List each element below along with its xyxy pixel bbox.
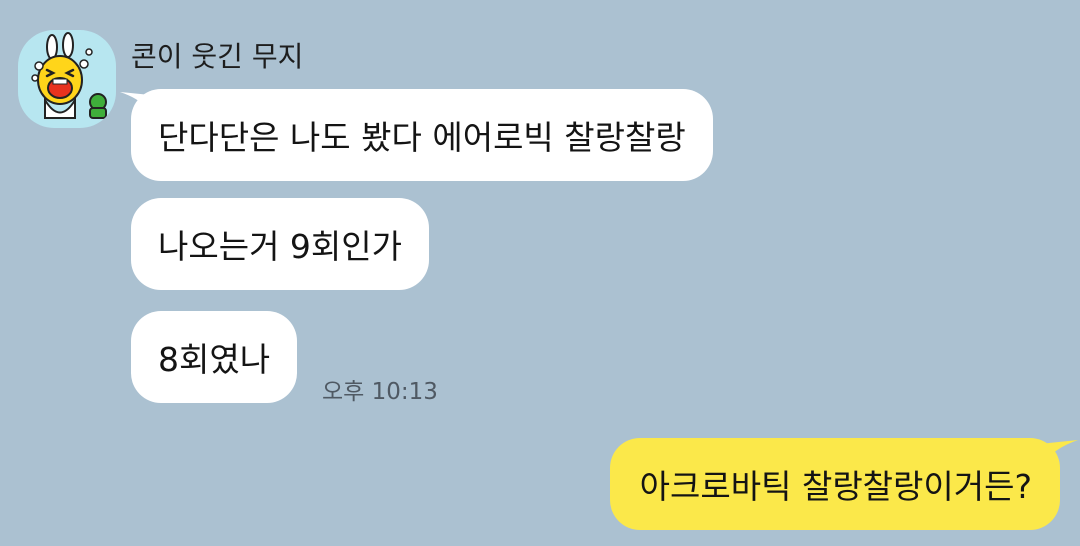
incoming-message-bubble[interactable]: 8회였나 bbox=[131, 311, 298, 403]
message-timestamp: 오후 10:13 bbox=[322, 379, 438, 405]
outgoing-bubble-tail bbox=[1040, 440, 1078, 466]
message-text: 8회였나 bbox=[158, 340, 271, 379]
sender-name: 콘이 웃긴 무지 bbox=[131, 40, 304, 73]
message-text: 아크로바틱 찰랑찰랑이거든? bbox=[639, 467, 1032, 506]
incoming-message-bubble[interactable]: 단다단은 나도 봤다 에어로빅 찰랑찰랑 bbox=[131, 89, 713, 181]
outgoing-message-bubble[interactable]: 아크로바틱 찰랑찰랑이거든? bbox=[609, 438, 1060, 530]
message-text: 단다단은 나도 봤다 에어로빅 찰랑찰랑 bbox=[158, 118, 686, 157]
message-text: 나오는거 9회인가 bbox=[158, 227, 403, 266]
muzi-character-icon bbox=[31, 32, 107, 119]
sender-avatar[interactable] bbox=[18, 30, 116, 128]
incoming-message-bubble[interactable]: 나오는거 9회인가 bbox=[131, 198, 430, 290]
